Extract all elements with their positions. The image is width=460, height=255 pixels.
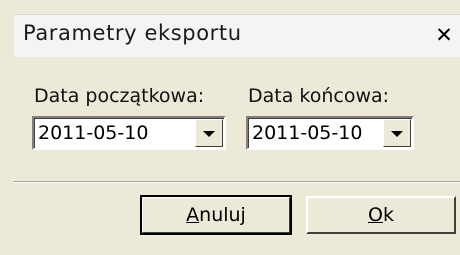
cancel-button[interactable]: Anuluj (140, 195, 292, 235)
end-date-value: 2011-05-10 (252, 122, 363, 144)
end-date-combo[interactable]: 2011-05-10 (246, 116, 414, 150)
chevron-down-icon (391, 131, 403, 137)
close-button[interactable]: ✕ (430, 21, 458, 49)
close-icon: ✕ (435, 23, 453, 47)
footer-separator (14, 181, 460, 183)
ok-mnemonic: O (368, 204, 383, 226)
export-parameters-dialog: Parametry eksportu ✕ Data początkowa: 20… (0, 0, 460, 255)
chevron-down-icon (203, 131, 215, 137)
title-bar[interactable]: Parametry eksportu ✕ (14, 14, 460, 58)
start-date-value: 2011-05-10 (38, 122, 149, 144)
cancel-mnemonic: A (186, 204, 200, 226)
start-date-dropdown-button[interactable] (195, 119, 223, 147)
dialog-title: Parametry eksportu (23, 21, 242, 45)
end-date-dropdown-button[interactable] (383, 119, 411, 147)
start-date-combo[interactable]: 2011-05-10 (32, 116, 226, 150)
start-date-label: Data początkowa: (34, 85, 205, 107)
end-date-label: Data końcowa: (248, 85, 390, 107)
ok-label: k (382, 204, 394, 226)
ok-button[interactable]: Ok (306, 196, 456, 234)
cancel-label: nuluj (199, 204, 246, 226)
